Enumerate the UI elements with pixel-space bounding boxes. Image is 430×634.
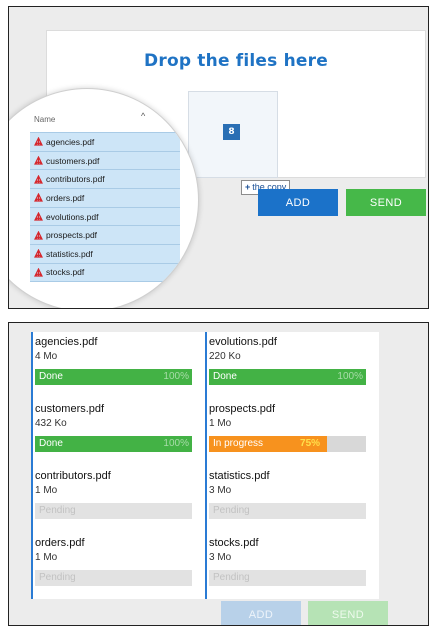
file-list-name: evolutions.pdf xyxy=(46,211,99,222)
upload-status-label: Done xyxy=(39,371,63,382)
upload-progress-bar: Done 100% xyxy=(35,436,192,452)
upload-file-size: 1 Mo xyxy=(35,552,58,563)
upload-file-name: agencies.pdf xyxy=(35,336,98,348)
upload-item: agencies.pdf 4 Mo Done 100% xyxy=(35,336,195,402)
file-list-name: statistics.pdf xyxy=(46,248,93,259)
upload-column-right: evolutions.pdf 220 Ko Done 100% prospects.pd… xyxy=(205,332,377,599)
upload-progress-bar: Pending xyxy=(35,503,192,519)
upload-list: agencies.pdf 4 Mo Done 100% customers.pdf 432… xyxy=(31,332,379,599)
file-list-name: orders.pdf xyxy=(46,192,85,203)
upload-progress-bar: Done 100% xyxy=(209,369,366,385)
upload-file-size: 220 Ko xyxy=(209,351,241,362)
file-list-row[interactable]: agencies.pdf xyxy=(30,132,180,151)
pdf-icon xyxy=(34,156,43,165)
file-list-name: contributors.pdf xyxy=(46,174,105,185)
file-list-header[interactable]: Name ^ xyxy=(30,111,180,127)
pdf-icon xyxy=(34,174,43,184)
upload-progress-panel: agencies.pdf 4 Mo Done 100% customers.pdf 432… xyxy=(8,322,429,626)
file-explorer-magnifier: Name ^ agencies.pdf customers.pdf contribu… xyxy=(9,88,199,308)
send-button[interactable]: SEND xyxy=(346,189,426,216)
pdf-icon xyxy=(34,249,43,259)
upload-item: stocks.pdf 3 Mo Pending xyxy=(209,537,369,603)
upload-item: prospects.pdf 1 Mo In progress 75% xyxy=(209,403,369,469)
upload-progress-bar: In progress 75% xyxy=(209,436,366,452)
name-column-header[interactable]: Name xyxy=(34,115,55,124)
upload-file-name: contributors.pdf xyxy=(35,470,111,482)
sort-arrow-icon[interactable]: ^ xyxy=(141,111,145,121)
send-button-disabled: SEND xyxy=(308,601,388,625)
upload-status-label: Pending xyxy=(39,572,76,583)
file-list-name: prospects.pdf xyxy=(46,230,98,241)
file-list-name: agencies.pdf xyxy=(46,136,95,147)
upload-item: statistics.pdf 3 Mo Pending xyxy=(209,470,369,536)
upload-file-size: 3 Mo xyxy=(209,485,232,496)
file-list-row[interactable]: contributors.pdf xyxy=(30,169,180,189)
file-list: agencies.pdf customers.pdf contributors.pd… xyxy=(30,132,180,282)
upload-file-size: 432 Ko xyxy=(35,418,67,429)
upload-status-label: Done xyxy=(213,371,237,382)
file-list-name: stocks.pdf xyxy=(46,267,85,278)
drag-drop-panel: Drop the files here 8 + the copy ADD SEND… xyxy=(8,6,429,309)
upload-file-name: prospects.pdf xyxy=(209,403,276,415)
upload-file-name: evolutions.pdf xyxy=(209,336,277,348)
pdf-icon xyxy=(34,230,43,240)
drop-zone-title: Drop the files here xyxy=(144,51,328,71)
pdf-icon xyxy=(34,137,43,146)
upload-file-size: 1 Mo xyxy=(35,485,58,496)
upload-status-label: Done xyxy=(39,438,63,449)
upload-progress-bar: Pending xyxy=(209,503,366,519)
pdf-icon xyxy=(34,193,43,203)
upload-status-label: Pending xyxy=(39,505,76,516)
upload-progress-bar: Pending xyxy=(35,570,192,586)
upload-item: evolutions.pdf 220 Ko Done 100% xyxy=(209,336,369,402)
add-button[interactable]: ADD xyxy=(258,189,338,216)
plus-icon: + xyxy=(245,182,251,192)
upload-item: customers.pdf 432 Ko Done 100% xyxy=(35,403,195,469)
upload-percent-label: 75% xyxy=(300,438,321,449)
drag-preview: 8 xyxy=(188,91,278,178)
upload-file-size: 4 Mo xyxy=(35,351,58,362)
file-list-row[interactable]: customers.pdf xyxy=(30,150,180,170)
upload-file-name: stocks.pdf xyxy=(209,537,259,549)
add-button-disabled: ADD xyxy=(221,601,301,625)
upload-percent-label: 100% xyxy=(163,438,189,449)
pdf-icon xyxy=(34,212,43,221)
file-list-name: customers.pdf xyxy=(46,155,100,166)
file-list-row[interactable]: orders.pdf xyxy=(30,188,180,207)
upload-status-label: In progress xyxy=(213,438,264,449)
pdf-icon xyxy=(34,267,43,277)
upload-progress-bar: Pending xyxy=(209,570,366,586)
file-list-row[interactable]: stocks.pdf xyxy=(30,262,180,282)
upload-file-size: 3 Mo xyxy=(209,552,232,563)
upload-file-name: orders.pdf xyxy=(35,537,85,549)
upload-item: contributors.pdf 1 Mo Pending xyxy=(35,470,195,536)
upload-progress-bar: Done 100% xyxy=(35,369,192,385)
upload-file-name: customers.pdf xyxy=(35,403,105,415)
upload-file-name: statistics.pdf xyxy=(209,470,270,482)
drag-count-badge: 8 xyxy=(223,124,240,140)
upload-item: orders.pdf 1 Mo Pending xyxy=(35,537,195,603)
upload-file-size: 1 Mo xyxy=(209,418,232,429)
file-list-row[interactable]: statistics.pdf xyxy=(30,244,180,263)
upload-status-label: Pending xyxy=(213,572,250,583)
upload-percent-label: 100% xyxy=(337,371,363,382)
upload-percent-label: 100% xyxy=(163,371,189,382)
file-list-row[interactable]: evolutions.pdf xyxy=(30,206,180,226)
file-list-row[interactable]: prospects.pdf xyxy=(30,225,180,245)
upload-status-label: Pending xyxy=(213,505,250,516)
upload-column-left: agencies.pdf 4 Mo Done 100% customers.pdf 432… xyxy=(31,332,203,599)
